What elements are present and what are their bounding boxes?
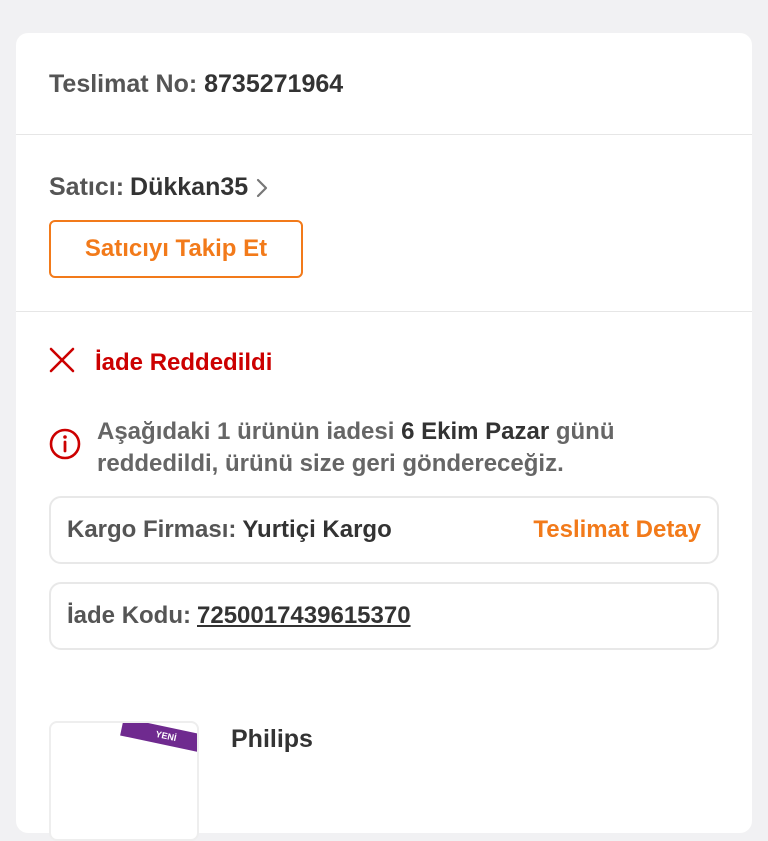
return-info-text: Aşağıdaki 1 ürünün iadesi 6 Ekim Pazar g… xyxy=(97,416,689,480)
seller-name: Dükkan35 xyxy=(130,173,249,201)
delivery-number-value: 8735271964 xyxy=(204,70,344,98)
return-code-value[interactable]: 7250017439615370 xyxy=(197,602,411,630)
order-detail-card: Teslimat No: 8735271964 Satıcı: Dükkan35… xyxy=(16,33,752,841)
delivery-number-label: Teslimat No: xyxy=(49,70,198,98)
new-badge: YENİ xyxy=(120,723,197,755)
seller-label: Satıcı: xyxy=(49,173,125,201)
return-status-text: İade Reddedildi xyxy=(95,348,273,376)
close-x-icon xyxy=(49,347,75,378)
delivery-detail-link[interactable]: Teslimat Detay xyxy=(533,516,701,544)
shipping-box: Kargo Firması: Yurtiçi Kargo Teslimat De… xyxy=(49,496,719,564)
follow-seller-button[interactable]: Satıcıyı Takip Et xyxy=(49,220,303,278)
shipping-company: Yurtiçi Kargo xyxy=(242,516,392,543)
product-image[interactable]: YENİ xyxy=(49,721,199,841)
shipping-label: Kargo Firması: xyxy=(67,516,237,543)
divider xyxy=(16,134,752,135)
seller-link[interactable]: Satıcı: Dükkan35 xyxy=(49,173,268,202)
return-status: İade Reddedildi xyxy=(49,347,272,378)
product-brand: Philips xyxy=(231,725,313,753)
info-date: 6 Ekim Pazar xyxy=(401,418,550,445)
return-code-label: İade Kodu: xyxy=(67,602,191,629)
divider xyxy=(16,311,752,312)
info-text-part1: Aşağıdaki 1 ürünün iadesi xyxy=(97,418,402,445)
info-circle-icon xyxy=(49,428,81,465)
return-info: Aşağıdaki 1 ürünün iadesi 6 Ekim Pazar g… xyxy=(49,416,689,480)
delivery-number: Teslimat No: 8735271964 xyxy=(49,70,343,99)
return-code-box: İade Kodu: 7250017439615370 xyxy=(49,582,719,650)
chevron-right-icon xyxy=(256,178,268,198)
